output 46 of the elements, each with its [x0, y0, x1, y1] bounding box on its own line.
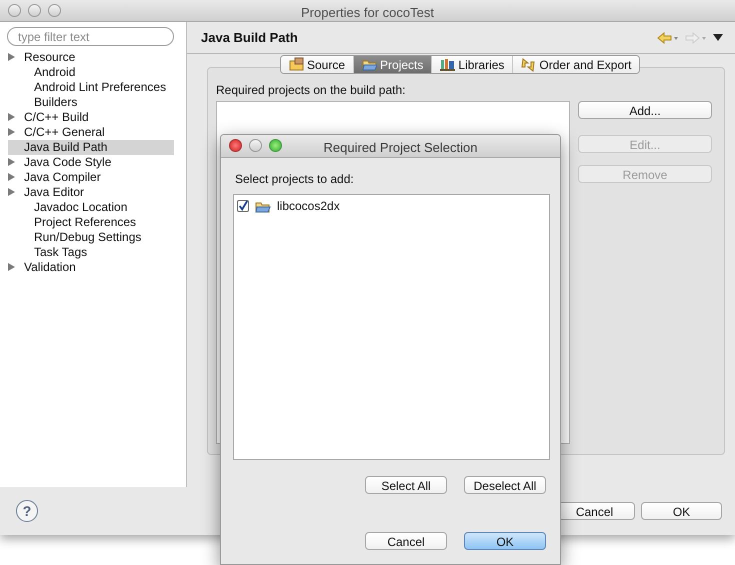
checkbox[interactable]: [237, 200, 249, 212]
help-button[interactable]: ?: [16, 500, 38, 522]
folder-icon: [289, 57, 304, 72]
zoom-button[interactable]: [269, 139, 282, 152]
books-icon: [440, 57, 456, 72]
window-title: Properties for cocoTest: [301, 5, 434, 20]
tree-item[interactable]: Java Editor: [8, 185, 174, 200]
zoom-button[interactable]: [48, 4, 61, 17]
tab[interactable]: Libraries: [432, 56, 514, 73]
tree-item[interactable]: Run/Debug Settings: [8, 230, 174, 245]
tree-item[interactable]: C/C++ Build: [8, 110, 174, 125]
tree-item[interactable]: Builders: [8, 95, 174, 110]
tree-item[interactable]: Android Lint Preferences: [8, 80, 174, 95]
tab[interactable]: Source: [281, 56, 354, 73]
tree-item[interactable]: Resource: [8, 50, 174, 65]
dialog-title: Required Project Selection: [324, 140, 478, 155]
expand-triangle-icon[interactable]: [8, 53, 15, 61]
tree-item[interactable]: Java Compiler: [8, 170, 174, 185]
deselect-all-button[interactable]: Deselect All: [464, 476, 546, 494]
cancel-button[interactable]: Cancel: [365, 532, 447, 550]
tree-item[interactable]: Task Tags: [8, 245, 174, 260]
expand-triangle-icon[interactable]: [8, 263, 15, 271]
tree-item[interactable]: Javadoc Location: [8, 200, 174, 215]
close-button[interactable]: [8, 4, 21, 17]
close-button[interactable]: [229, 139, 242, 152]
page-title: Java Build Path: [201, 28, 298, 47]
back-arrow-icon[interactable]: [657, 32, 679, 44]
tree-item[interactable]: Validation: [8, 260, 174, 275]
ok-button[interactable]: OK: [641, 502, 722, 520]
tab[interactable]: Order and Export: [513, 56, 640, 73]
filter-field[interactable]: type filter text: [7, 27, 174, 46]
tab[interactable]: Projects: [354, 56, 432, 73]
tree-item[interactable]: Java Build Path: [8, 140, 174, 155]
minimize-button[interactable]: [249, 139, 262, 152]
project-name[interactable]: libcocos2dx: [277, 197, 340, 215]
arrows-icon: [521, 57, 536, 72]
tree-item[interactable]: Project References: [8, 215, 174, 230]
side-button[interactable]: Add...: [578, 101, 712, 119]
menu-icon[interactable]: [713, 34, 723, 41]
tree-item[interactable]: Java Code Style: [8, 155, 174, 170]
prompt-label: Select projects to add:: [235, 172, 354, 186]
tree-item[interactable]: Android: [8, 65, 174, 80]
select-all-button[interactable]: Select All: [365, 476, 447, 494]
list-label: Required projects on the build path:: [216, 82, 406, 99]
minimize-button[interactable]: [28, 4, 41, 17]
ok-button[interactable]: OK: [464, 532, 546, 550]
